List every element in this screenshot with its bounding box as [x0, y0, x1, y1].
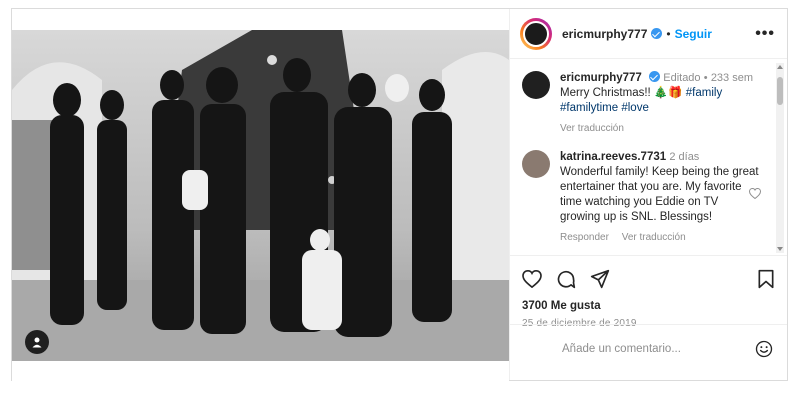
- caption-text: Merry Christmas!! 🎄🎁: [560, 87, 683, 99]
- caption-time: 233 sem: [710, 72, 754, 84]
- avatar: [523, 20, 549, 47]
- share-icon[interactable]: [590, 269, 610, 289]
- see-translation-link[interactable]: Ver traducción: [560, 123, 624, 134]
- separator-dot: •: [666, 26, 671, 41]
- user-icon: [32, 337, 42, 348]
- caption-username[interactable]: ericmurphy777: [560, 72, 642, 84]
- see-translation-link[interactable]: Ver traducción: [622, 232, 686, 243]
- tagged-users-button[interactable]: [25, 330, 49, 354]
- separator-dot: •: [703, 72, 708, 84]
- heart-icon[interactable]: [749, 188, 761, 199]
- scroll-thumb[interactable]: [777, 77, 783, 105]
- avatar[interactable]: [522, 150, 550, 178]
- add-comment-bar: [510, 324, 787, 372]
- comment-time: 2 días: [669, 151, 700, 163]
- reply-button[interactable]: Responder: [560, 232, 609, 243]
- comment-text: Wonderful family! Keep being the great e…: [560, 166, 759, 223]
- comment-username[interactable]: katrina.reeves.7731: [560, 151, 666, 163]
- comments-list[interactable]: ericmurphy777 Editado • 233 sem Merry Ch…: [510, 59, 787, 255]
- post-card: ericmurphy777 • Seguir ••• ericmurphy777…: [11, 8, 788, 381]
- post-username[interactable]: ericmurphy777: [562, 27, 647, 41]
- smiley-icon[interactable]: [755, 340, 773, 358]
- comment-icon[interactable]: [556, 269, 576, 289]
- comment-input[interactable]: [562, 342, 755, 355]
- likes-count[interactable]: 3700 Me gusta: [522, 300, 775, 312]
- hashtags[interactable]: #familytime #love: [560, 101, 775, 116]
- scroll-down-icon[interactable]: [777, 247, 783, 251]
- post-media[interactable]: [12, 9, 509, 381]
- comment-item: katrina.reeves.7731 2 días Wonderful fam…: [522, 150, 775, 245]
- verified-icon: [651, 28, 663, 39]
- hashtag-family[interactable]: #family: [686, 87, 722, 99]
- edited-label: Editado: [663, 72, 701, 84]
- heart-icon[interactable]: [522, 270, 542, 288]
- more-options-icon[interactable]: •••: [755, 25, 775, 43]
- family-photo[interactable]: [12, 30, 509, 361]
- avatar[interactable]: [522, 71, 550, 99]
- post-header: ericmurphy777 • Seguir •••: [510, 9, 787, 59]
- caption: ericmurphy777 Editado • 233 sem Merry Ch…: [522, 71, 775, 136]
- story-ring-avatar[interactable]: [520, 17, 552, 50]
- post-side-panel: ericmurphy777 • Seguir ••• ericmurphy777…: [509, 9, 787, 380]
- verified-icon: [649, 71, 661, 82]
- bookmark-icon[interactable]: [757, 269, 775, 289]
- comments-scrollbar[interactable]: [776, 63, 784, 253]
- follow-button[interactable]: Seguir: [675, 27, 712, 41]
- post-actions: 3700 Me gusta 25 de diciembre de 2019: [510, 255, 787, 372]
- scroll-up-icon[interactable]: [777, 65, 783, 69]
